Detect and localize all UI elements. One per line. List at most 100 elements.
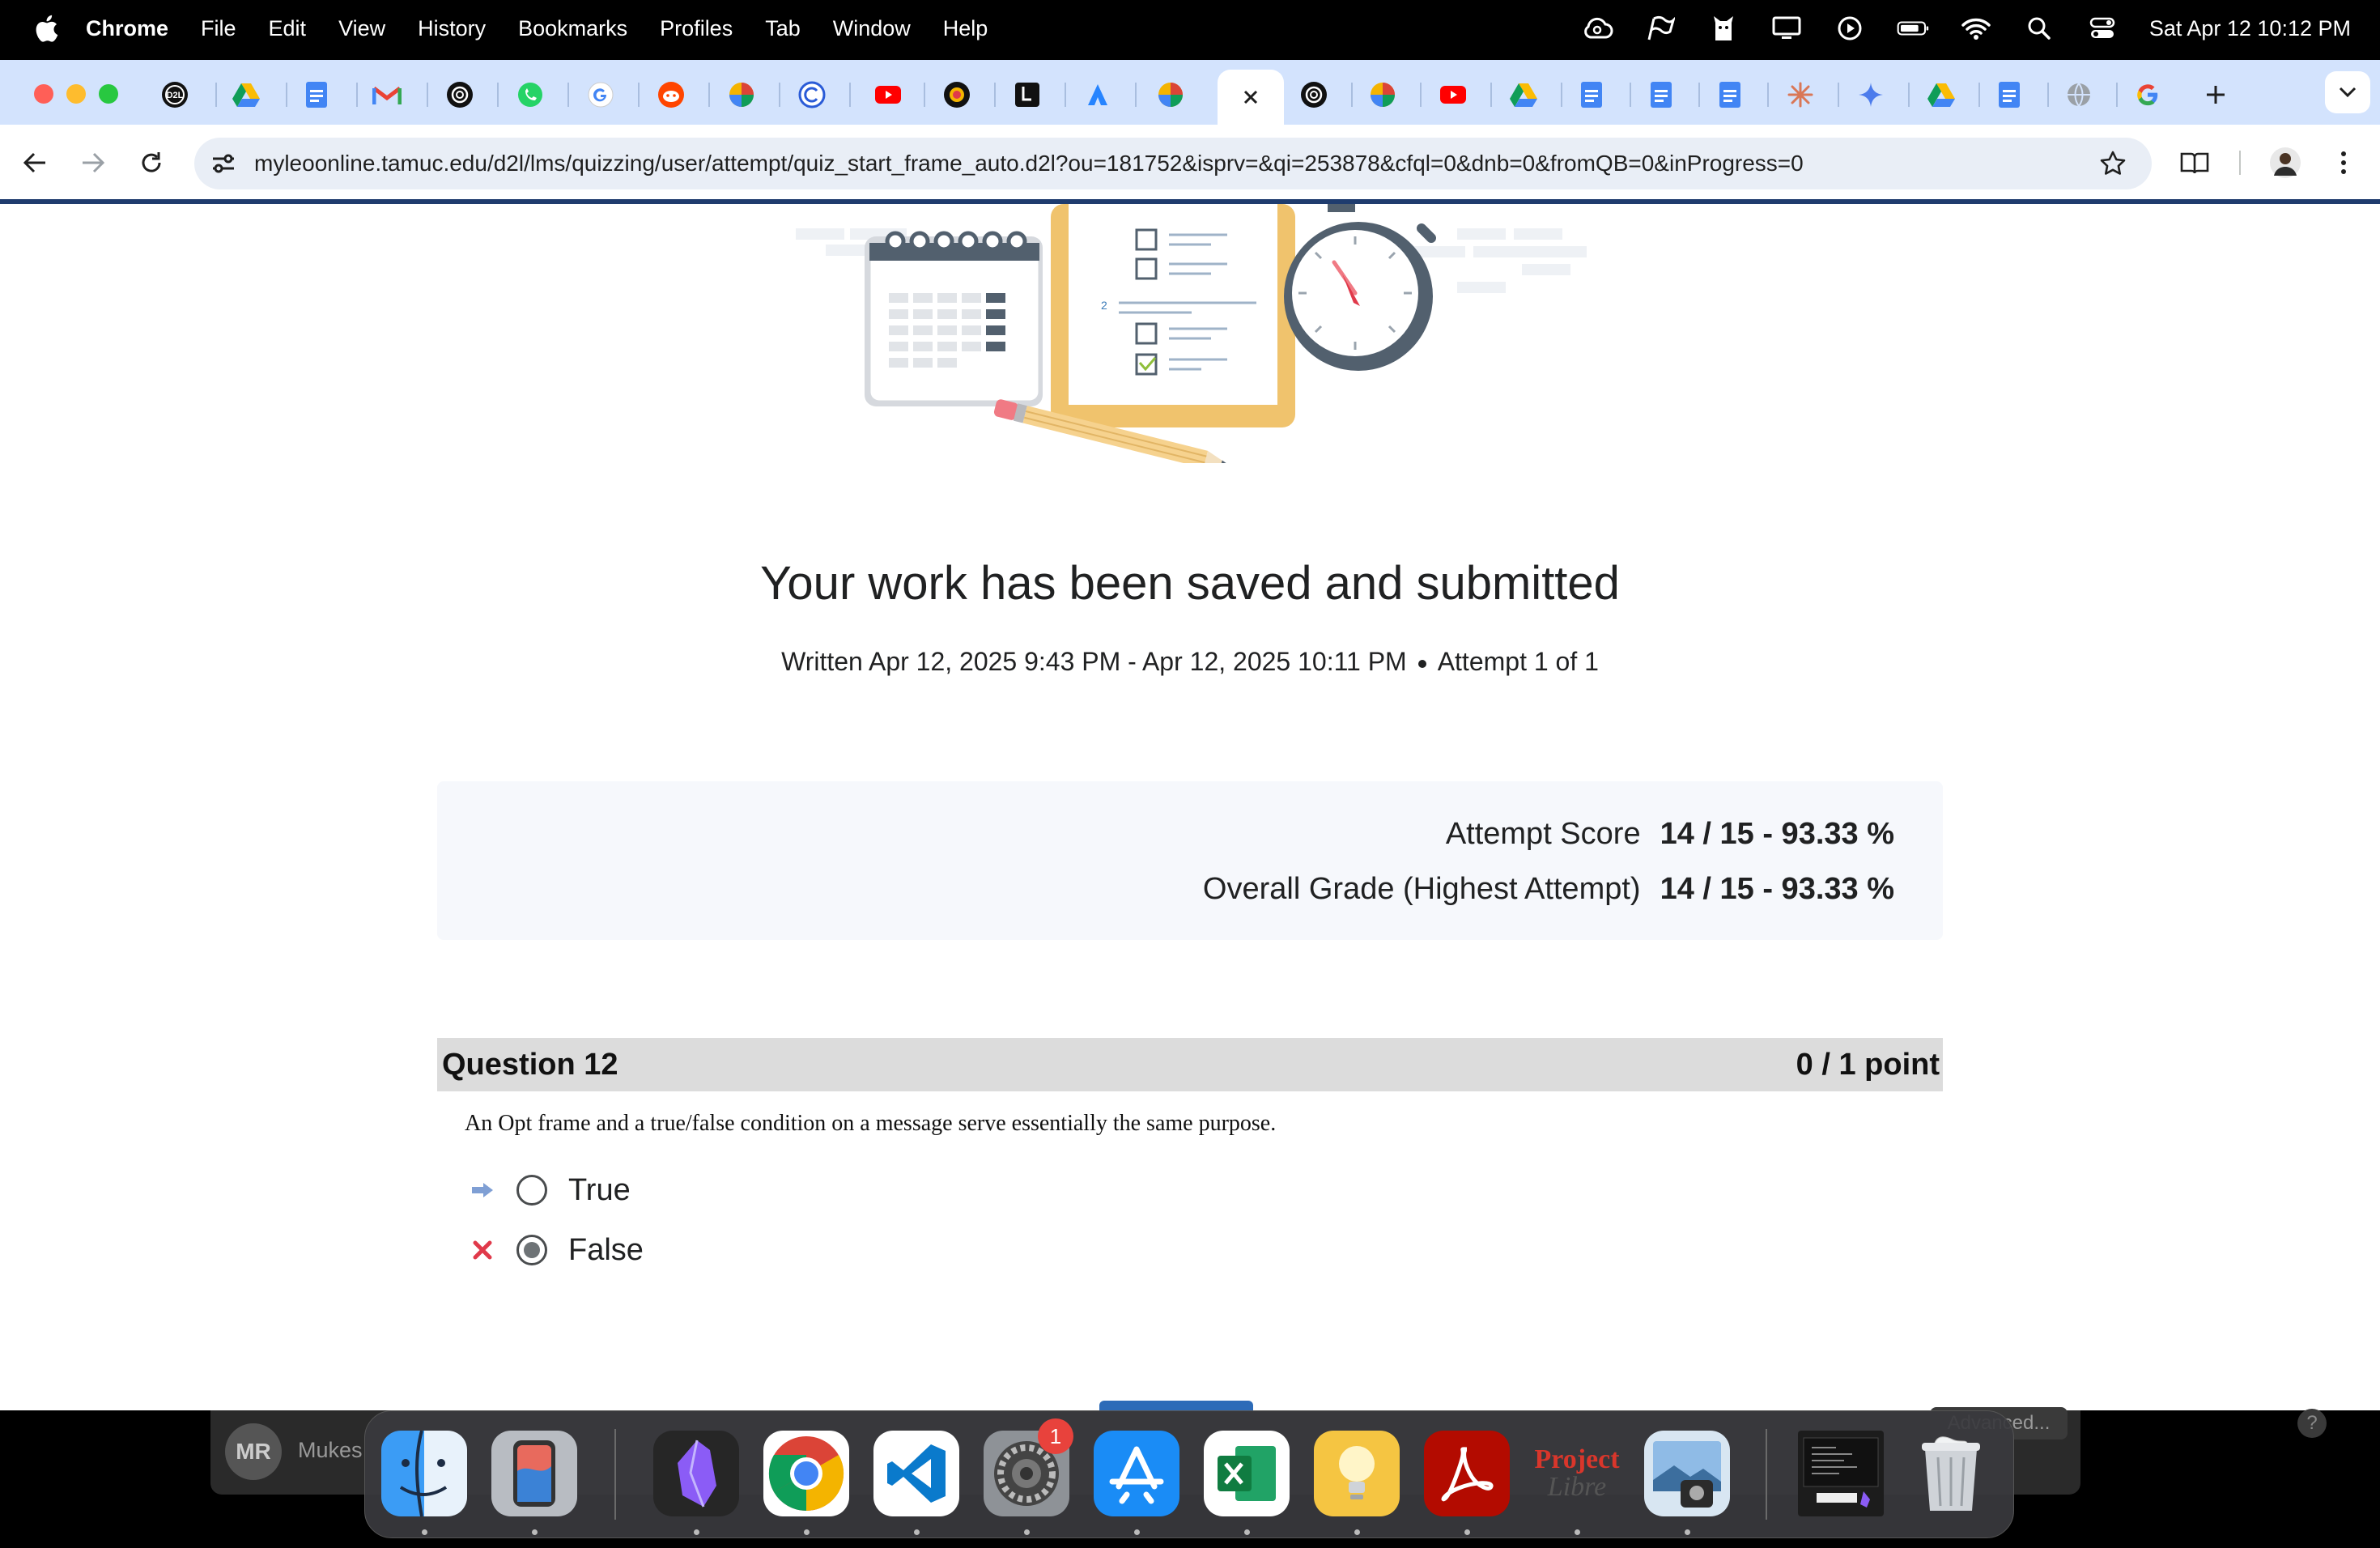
- active-tab[interactable]: [1218, 70, 1284, 125]
- tab-search-button[interactable]: [2325, 71, 2370, 113]
- menubar-clock[interactable]: Sat Apr 12 10:12 PM: [2149, 16, 2351, 41]
- menu-view[interactable]: View: [338, 16, 385, 41]
- new-tab-button[interactable]: [2197, 76, 2234, 113]
- attempt-score-label: Attempt Score: [1445, 817, 1641, 851]
- tab-lambda-icon[interactable]: [1009, 76, 1046, 113]
- tab-google-docs-3-icon[interactable]: [1643, 76, 1680, 113]
- answer-option-false: False: [465, 1226, 644, 1274]
- reading-mode-icon[interactable]: [2174, 142, 2215, 183]
- menu-help[interactable]: Help: [943, 16, 988, 41]
- plus-icon: [2207, 86, 2225, 104]
- chrome-menu-button[interactable]: [2323, 142, 2364, 183]
- menu-history[interactable]: History: [418, 16, 486, 41]
- reload-button[interactable]: [131, 142, 172, 183]
- menu-tab[interactable]: Tab: [765, 16, 801, 41]
- tab-google-drive-icon[interactable]: [227, 76, 265, 113]
- vscode-icon[interactable]: [873, 1431, 959, 1516]
- battery-icon[interactable]: [1897, 12, 1929, 45]
- tab-youtube-icon[interactable]: [869, 76, 907, 113]
- tab-google-icon[interactable]: [2129, 76, 2166, 113]
- window-minimize-button[interactable]: [66, 84, 86, 104]
- menu-app-chrome[interactable]: Chrome: [86, 16, 168, 41]
- tab-gmail-icon[interactable]: [368, 76, 406, 113]
- question-title: Question 12: [442, 1047, 618, 1082]
- tab-google-drive-2-icon[interactable]: [1505, 76, 1542, 113]
- obsidian-icon[interactable]: [653, 1431, 739, 1516]
- projectlibre-icon[interactable]: Project Libre: [1534, 1431, 1620, 1516]
- menu-window[interactable]: Window: [833, 16, 911, 41]
- wifi-icon[interactable]: [1960, 12, 1992, 45]
- tab-google-docs-2-icon[interactable]: [1573, 76, 1610, 113]
- bullet-separator: [1417, 659, 1426, 668]
- option-label-true: True: [568, 1172, 631, 1207]
- adobe-acrobat-icon[interactable]: [1424, 1431, 1510, 1516]
- control-center-icon[interactable]: [2086, 12, 2119, 45]
- attempt-count: Attempt 1 of 1: [1437, 647, 1599, 676]
- macos-dock: Project Libre: [364, 1410, 2014, 1538]
- site-info-icon[interactable]: [207, 147, 240, 180]
- address-bar[interactable]: myleoonline.tamuc.edu/d2l/lms/quizzing/u…: [194, 138, 2152, 189]
- tab-colorwheel-3-icon[interactable]: [1364, 76, 1401, 113]
- profile-avatar[interactable]: [2265, 142, 2306, 183]
- chrome-icon[interactable]: [763, 1431, 849, 1516]
- menu-bookmarks[interactable]: Bookmarks: [518, 16, 627, 41]
- menu-edit[interactable]: Edit: [269, 16, 307, 41]
- document-thumbnail-icon[interactable]: [1798, 1431, 1884, 1516]
- app-store-icon[interactable]: [1094, 1431, 1179, 1516]
- window-zoom-button[interactable]: [99, 84, 118, 104]
- tab-google-drive-3-icon[interactable]: [1923, 76, 1960, 113]
- attempt-score-value: 14 / 15 - 93.33 %: [1660, 817, 1894, 851]
- tab-gemini-icon[interactable]: [1852, 76, 1889, 113]
- display-icon[interactable]: [1770, 12, 1803, 45]
- system-settings-badge: 1: [1038, 1418, 1073, 1454]
- bookmark-star-icon[interactable]: [2097, 147, 2129, 180]
- chrome-tab-strip: D2L: [0, 60, 2380, 125]
- projectlibre-word-libre: Libre: [1547, 1472, 1607, 1502]
- tab-claude-icon[interactable]: [1782, 76, 1819, 113]
- spotlight-search-icon[interactable]: [2023, 12, 2055, 45]
- creative-cloud-icon[interactable]: [1581, 12, 1613, 45]
- tab-close-icon[interactable]: [1241, 87, 1260, 107]
- tab-chatgpt-2-icon[interactable]: [1295, 76, 1332, 113]
- tab-chatgpt-icon[interactable]: [441, 76, 478, 113]
- tab-google-docs-5-icon[interactable]: [1991, 76, 2028, 113]
- svg-text:2: 2: [1101, 299, 1107, 312]
- apple-menu-icon[interactable]: [24, 0, 68, 57]
- url-text[interactable]: myleoonline.tamuc.edu/d2l/lms/quizzing/u…: [254, 138, 2035, 189]
- cat-icon[interactable]: [1707, 12, 1740, 45]
- forward-button[interactable]: [73, 142, 113, 183]
- tab-d2l-icon[interactable]: D2L: [156, 76, 193, 113]
- attempt-score-row: Attempt Score 14 / 15 - 93.33 %: [1446, 817, 1894, 852]
- tab-c-logo-icon[interactable]: [793, 76, 831, 113]
- overall-grade-row: Overall Grade (Highest Attempt) 14 / 15 …: [1203, 872, 1894, 907]
- tab-colorful-circle-icon[interactable]: [938, 76, 975, 113]
- menu-file[interactable]: File: [201, 16, 236, 41]
- quiz-submitted-illustration: 2: [796, 204, 1587, 463]
- finder-icon[interactable]: [381, 1431, 467, 1516]
- help-button[interactable]: ?: [2297, 1409, 2327, 1438]
- tab-google-docs-icon[interactable]: [298, 76, 335, 113]
- tab-google-search-icon[interactable]: [582, 76, 619, 113]
- tab-colorwheel-icon[interactable]: [723, 76, 760, 113]
- written-range: Written Apr 12, 2025 9:43 PM - Apr 12, 2…: [781, 647, 1407, 676]
- menu-profiles[interactable]: Profiles: [660, 16, 733, 41]
- iphone-mirroring-icon[interactable]: [491, 1431, 577, 1516]
- trash-icon[interactable]: [1908, 1431, 1994, 1516]
- page-title: Your work has been saved and submitted: [760, 557, 1620, 610]
- tab-whatsapp-icon[interactable]: [512, 76, 549, 113]
- tab-google-docs-4-icon[interactable]: [1711, 76, 1749, 113]
- arrow-left-icon: [23, 152, 45, 173]
- tab-globe-icon[interactable]: [2060, 76, 2097, 113]
- excel-icon[interactable]: [1204, 1431, 1290, 1516]
- tab-atlassian-icon[interactable]: [1079, 76, 1116, 113]
- window-close-button[interactable]: [34, 84, 53, 104]
- question-text: An Opt frame and a true/false condition …: [465, 1111, 1277, 1136]
- tab-reddit-icon[interactable]: [652, 76, 690, 113]
- preview-icon[interactable]: [1644, 1431, 1730, 1516]
- tips-lightbulb-icon[interactable]: [1314, 1431, 1400, 1516]
- tab-colorwheel-2-icon[interactable]: [1152, 76, 1189, 113]
- flag-icon[interactable]: [1644, 12, 1677, 45]
- back-button[interactable]: [15, 142, 55, 183]
- tab-youtube-2-icon[interactable]: [1434, 76, 1472, 113]
- play-circle-icon[interactable]: [1834, 12, 1866, 45]
